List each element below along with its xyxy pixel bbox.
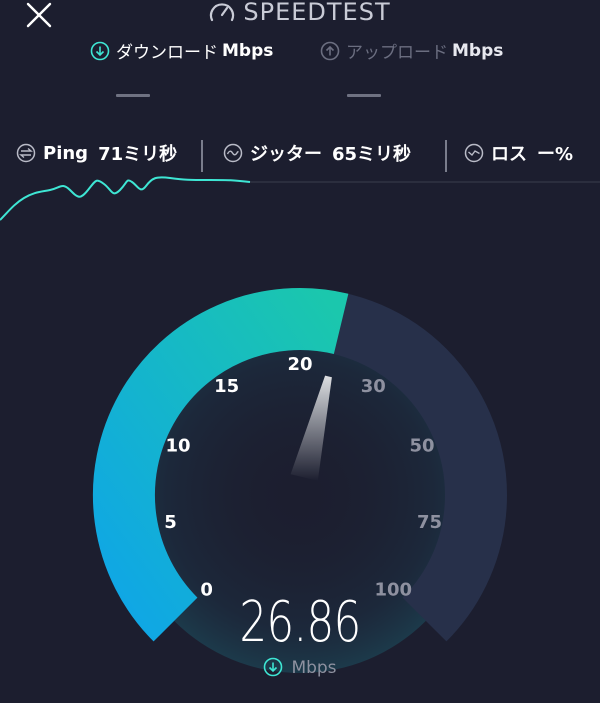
gauge-tick-label: 10 [165, 436, 190, 457]
gauge-tick-label: 75 [417, 512, 442, 533]
gauge-tick-label: 50 [409, 436, 434, 457]
download-arrow-icon [264, 657, 283, 677]
gauge-tick-label: 5 [164, 512, 177, 533]
current-speed-unit: Mbps [0, 657, 600, 678]
gauge-tick-label: 30 [361, 376, 386, 397]
gauge-tick-label: 20 [287, 354, 312, 375]
gauge-tick-label: 15 [214, 376, 239, 397]
current-speed-value: 26.86 [239, 590, 361, 655]
speed-unit-text: Mbps [291, 658, 337, 678]
speedtest-screen: SPEEDTEST ダウンロード Mbps アップロード Mbps Ping 7… [0, 0, 600, 703]
